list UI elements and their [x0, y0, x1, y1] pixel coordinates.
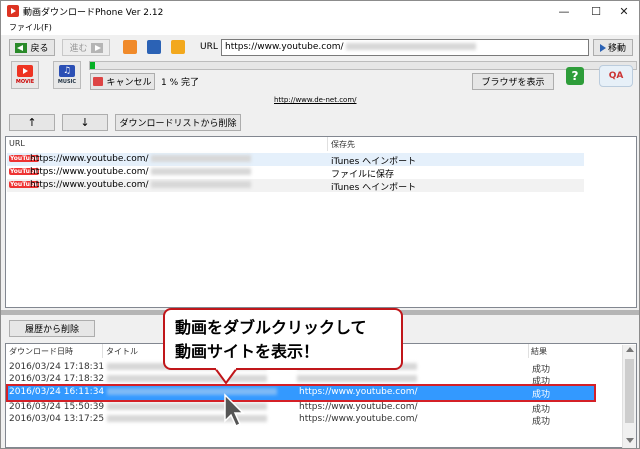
show-browser-button[interactable]: ブラウザを表示	[472, 73, 554, 90]
progress-text: 1 % 完了	[161, 78, 199, 88]
selected-row-highlight	[6, 384, 596, 402]
go-arrow-icon	[599, 43, 606, 52]
cancel-button[interactable]: キャンセル	[90, 73, 155, 90]
help-symbol: ?	[571, 69, 579, 83]
column-header-title[interactable]: タイトル	[106, 346, 138, 357]
remove-from-list-label: ダウンロードリストから削除	[119, 119, 237, 129]
title-bar: 動画ダウンロードPhone Ver 2.12 — ☐ ✕	[1, 1, 639, 21]
history-datetime: 2016/03/04 13:17:25	[9, 414, 105, 424]
move-down-button[interactable]: ↓	[62, 114, 108, 131]
movie-label: MOVIE	[15, 79, 35, 85]
cancel-icon	[93, 77, 104, 86]
callout-line-2: 動画サイトを表示！	[175, 342, 320, 361]
list-item-destination: iTunes へインポート	[331, 183, 417, 193]
move-down-label: ↓	[80, 116, 90, 129]
scroll-up-icon[interactable]	[626, 347, 634, 352]
back-label: 戻る	[30, 44, 49, 54]
list-item-url-cell: YouTubehttps://www.youtube.com/	[9, 180, 252, 190]
history-row[interactable]: 2016/03/04 13:17:25 https://www.youtube.…	[7, 413, 627, 427]
window-title: 動画ダウンロードPhone Ver 2.12	[23, 8, 164, 18]
back-arrow-icon	[15, 42, 28, 53]
list-item[interactable]: YouTubehttps://www.youtube.com/ iTunes へ…	[7, 179, 584, 193]
url-input[interactable]: https://www.youtube.com/	[221, 39, 589, 56]
music-icon: ♫	[59, 65, 75, 77]
column-header-result[interactable]: 結果	[531, 346, 547, 357]
app-window: 動画ダウンロードPhone Ver 2.12 — ☐ ✕ ファイル(F) 戻る …	[0, 0, 640, 449]
url-blur	[346, 43, 477, 50]
list-item-url: https://www.youtube.com/	[30, 180, 149, 190]
history-scrollbar[interactable]	[622, 345, 636, 448]
close-button[interactable]: ✕	[609, 1, 639, 21]
cancel-label: キャンセル	[106, 78, 152, 88]
qa-symbol: QA	[608, 71, 624, 81]
forward-button[interactable]: 進む	[62, 39, 110, 56]
maximize-button[interactable]: ☐	[581, 1, 611, 21]
remove-from-history-button[interactable]: 履歴から削除	[9, 320, 95, 337]
instruction-callout: 動画をダブルクリックして 動画サイトを表示！	[163, 308, 403, 370]
history-datetime: 2016/03/24 17:18:31	[9, 362, 105, 372]
go-button[interactable]: 移動	[593, 39, 633, 56]
remove-from-history-label: 履歴から削除	[24, 325, 79, 335]
site-link[interactable]: http://www.de-net.com/	[274, 96, 357, 104]
music-button[interactable]: ♫ MUSIC	[53, 61, 81, 89]
remove-from-list-button[interactable]: ダウンロードリストから削除	[115, 114, 241, 131]
scroll-down-icon[interactable]	[626, 438, 634, 443]
column-header-url[interactable]: URL	[9, 139, 25, 148]
history-url: https://www.youtube.com/	[299, 414, 418, 424]
stop-icon[interactable]	[123, 40, 137, 54]
history-datetime: 2016/03/24 15:50:39	[9, 402, 105, 412]
app-icon	[7, 5, 19, 17]
list-item-url: https://www.youtube.com/	[30, 167, 149, 177]
youtube-icon: YouTube	[9, 154, 40, 162]
scroll-thumb[interactable]	[625, 359, 634, 423]
list-item-url-cell: YouTubehttps://www.youtube.com/	[9, 154, 252, 164]
show-browser-label: ブラウザを表示	[481, 78, 545, 88]
url-value: https://www.youtube.com/	[225, 42, 344, 52]
move-up-button[interactable]: ↑	[9, 114, 55, 131]
column-divider	[528, 344, 529, 358]
refresh-icon[interactable]	[147, 40, 161, 54]
url-label: URL	[200, 42, 218, 52]
qa-icon[interactable]: QA	[599, 65, 633, 87]
download-progress-bar	[89, 61, 637, 70]
list-item-url: https://www.youtube.com/	[30, 154, 149, 164]
history-datetime: 2016/03/24 17:18:32	[9, 374, 105, 384]
column-divider	[327, 137, 328, 151]
menu-bar: ファイル(F)	[1, 21, 639, 35]
movie-button[interactable]: MOVIE	[11, 61, 39, 89]
column-divider	[102, 344, 103, 358]
mouse-cursor-icon	[224, 393, 245, 428]
home-icon[interactable]	[171, 40, 185, 54]
history-result: 成功	[532, 417, 551, 427]
callout-pointer	[215, 368, 237, 384]
back-button[interactable]: 戻る	[9, 39, 55, 56]
help-icon[interactable]: ?	[566, 67, 584, 85]
list-item[interactable]: YouTubehttps://www.youtube.com/ ファイルに保存	[7, 166, 584, 180]
list-item-url-cell: YouTubehttps://www.youtube.com/	[9, 167, 252, 177]
minimize-button[interactable]: —	[549, 1, 579, 21]
history-row[interactable]: 2016/03/24 15:50:39 https://www.youtube.…	[7, 401, 627, 415]
callout-line-1: 動画をダブルクリックして	[175, 318, 367, 337]
movie-icon	[17, 65, 33, 77]
forward-label: 進む	[69, 44, 88, 54]
move-up-label: ↑	[27, 116, 37, 129]
column-header-datetime[interactable]: ダウンロード日時	[9, 346, 73, 357]
callout-text: 動画をダブルクリックして 動画サイトを表示！	[175, 316, 367, 364]
progress-fill	[90, 62, 95, 69]
download-list[interactable]: URL 保存先 YouTubehttps://www.youtube.com/ …	[5, 136, 637, 308]
go-label: 移動	[607, 44, 626, 54]
music-label: MUSIC	[57, 79, 77, 85]
column-header-destination[interactable]: 保存先	[331, 139, 355, 150]
youtube-icon: YouTube	[9, 180, 40, 188]
menu-file[interactable]: ファイル(F)	[9, 22, 52, 33]
history-url: https://www.youtube.com/	[299, 402, 418, 412]
youtube-icon: YouTube	[9, 167, 40, 175]
forward-arrow-icon	[90, 42, 103, 53]
list-item[interactable]: YouTubehttps://www.youtube.com/ iTunes へ…	[7, 153, 584, 167]
